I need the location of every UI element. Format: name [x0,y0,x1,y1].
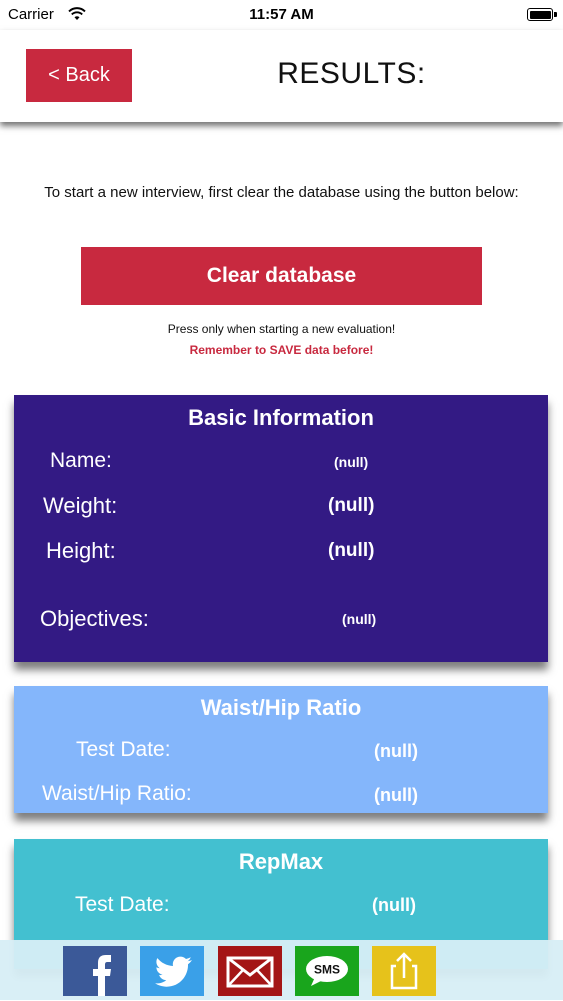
sms-icon: SMS [295,946,359,996]
facebook-icon [63,946,127,996]
page-title: RESULTS: [277,57,426,90]
sms-icon-text: SMS [314,963,340,977]
objectives-label: Objectives: [40,606,149,631]
twitter-icon [140,946,204,996]
share-button[interactable] [372,946,436,996]
intro-text: To start a new interview, first clear th… [44,184,519,201]
sms-share-button[interactable]: SMS [295,946,359,996]
height-label: Height: [46,538,116,563]
save-warning: Remember to SAVE data before! [189,343,374,357]
name-value: (null) [334,454,369,470]
repmax-test-date-label: Test Date: [75,893,170,916]
height-value: (null) [328,540,375,561]
battery-icon [527,8,557,21]
share-icon [372,946,436,996]
name-label: Name: [50,449,112,472]
clear-note: Press only when starting a new evaluatio… [167,322,396,336]
waist-hip-ratio-label: Waist/Hip Ratio: [42,782,192,805]
share-bar: SMS [0,940,563,1000]
status-bar: Carrier 11:57 AM [0,0,563,30]
waist-hip-ratio-card: Waist/Hip Ratio Test Date: (null) Waist/… [14,686,548,813]
repmax-title: RepMax [238,849,324,874]
clear-database-button[interactable]: Clear database [81,247,482,305]
nav-header: < Back RESULTS: [0,30,563,122]
clock: 11:57 AM [249,6,314,23]
weight-value: (null) [328,495,375,516]
waist-test-date-label: Test Date: [76,738,171,761]
email-share-button[interactable] [218,946,282,996]
waist-hip-ratio-value: (null) [374,785,418,805]
basic-information-card: Basic Information Name: (null) Weight: (… [14,395,548,662]
email-icon [218,946,282,996]
objectives-value: (null) [342,611,377,627]
repmax-test-date-value: (null) [372,895,416,915]
back-button[interactable]: < Back [26,49,132,102]
facebook-share-button[interactable] [63,946,127,996]
basic-information-title: Basic Information [188,405,374,430]
waist-test-date-value: (null) [374,741,418,761]
waist-hip-ratio-title: Waist/Hip Ratio [200,695,362,720]
twitter-share-button[interactable] [140,946,204,996]
weight-label: Weight: [43,493,118,518]
